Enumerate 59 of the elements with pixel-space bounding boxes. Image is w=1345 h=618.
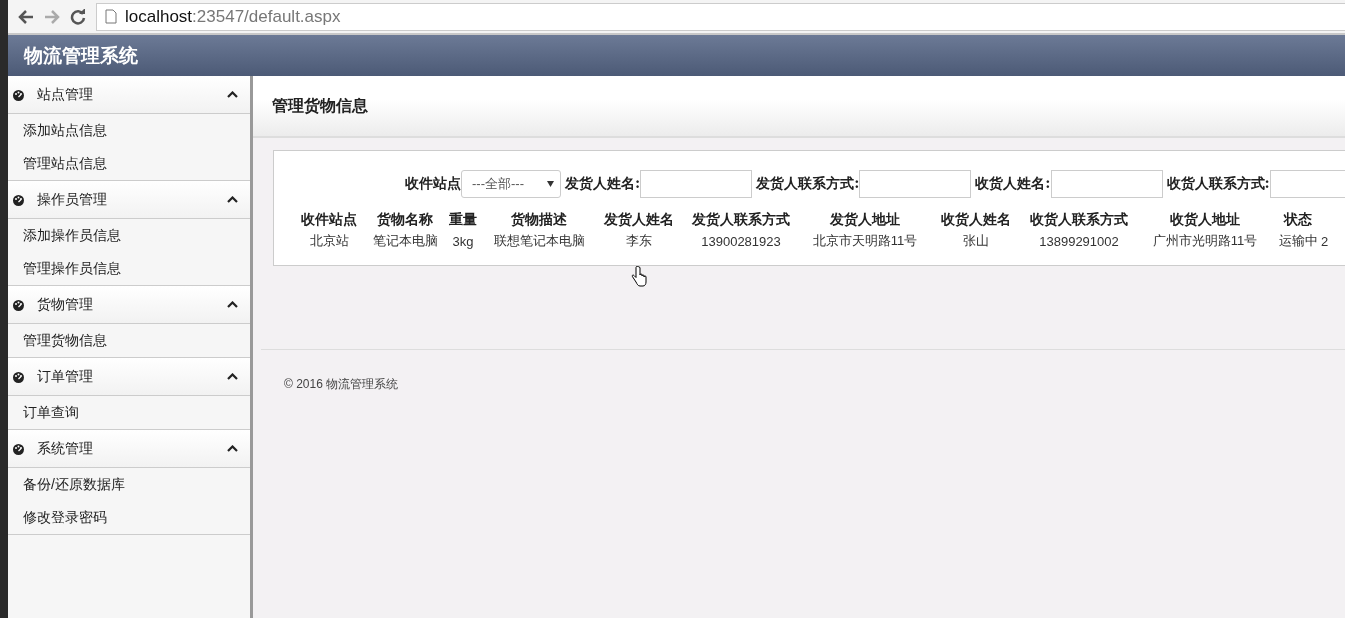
filter-label: 收件站点 bbox=[405, 175, 461, 193]
app-title: 物流管理系统 bbox=[24, 42, 138, 68]
filter-label: 收货人姓名: bbox=[975, 175, 1051, 193]
column-header: 货物描述 bbox=[510, 210, 568, 229]
menu-item[interactable]: 添加站点信息 bbox=[8, 114, 250, 147]
table-cell-text: 联想笔记本电脑 bbox=[492, 232, 586, 250]
filter-label: 收货人联系方式: bbox=[1166, 175, 1270, 193]
table-cell-text: 2 bbox=[1321, 232, 1330, 251]
address-field[interactable]: localhost:23547/default.aspx bbox=[96, 2, 1345, 31]
menu-group-header[interactable]: 系统管理 bbox=[8, 430, 250, 468]
table-cell-text: 北京站 bbox=[308, 232, 350, 250]
filter-label: 发货人姓名: bbox=[565, 175, 641, 193]
table-cell-text: 笔记本电脑 bbox=[371, 232, 439, 250]
column-header: 发货人地址 bbox=[829, 210, 901, 229]
page-icon bbox=[105, 9, 117, 24]
filter-label: 发货人联系方式: bbox=[756, 175, 860, 193]
column-header: 发货人姓名 bbox=[603, 210, 675, 229]
menu-group-header[interactable]: 货物管理 bbox=[8, 286, 250, 324]
table-cell-text: 李东 bbox=[625, 232, 653, 250]
menu-item[interactable]: 管理货物信息 bbox=[8, 324, 250, 357]
column-header: 收货人联系方式 bbox=[1029, 210, 1129, 229]
column-header: 重量 bbox=[448, 210, 478, 229]
column-header: 发货人联系方式 bbox=[691, 210, 791, 229]
column-header: 收件站点 bbox=[300, 210, 358, 229]
dashboard-icon bbox=[12, 193, 25, 206]
column-header: 货物名称 bbox=[376, 210, 434, 229]
column-header: 收货人地址 bbox=[1169, 210, 1241, 229]
menu-item[interactable]: 管理操作员信息 bbox=[8, 252, 250, 285]
table-cell: 运输中 bbox=[1275, 231, 1321, 251]
copyright-text: © 2016 物流管理系统 bbox=[284, 376, 400, 393]
menu-group-header[interactable]: 操作员管理 bbox=[8, 181, 250, 219]
input-field[interactable] bbox=[640, 170, 753, 198]
station-dropdown[interactable]: ---全部--- bbox=[461, 170, 561, 198]
reload-icon[interactable] bbox=[70, 8, 86, 25]
table-cell-text: 广州市光明路11号 bbox=[1151, 232, 1259, 250]
input-field[interactable] bbox=[1050, 170, 1163, 198]
menu-group-header[interactable]: 站点管理 bbox=[8, 76, 250, 114]
column-header: 收货人姓名 bbox=[940, 210, 1012, 229]
menu-item[interactable]: 订单查询 bbox=[8, 396, 250, 429]
table-cell-text: 张山 bbox=[962, 232, 990, 250]
dashboard-icon bbox=[12, 88, 25, 101]
dashboard-icon bbox=[12, 370, 25, 383]
menu-item[interactable]: 添加操作员信息 bbox=[8, 219, 250, 252]
menu-group-header[interactable]: 订单管理 bbox=[8, 358, 250, 396]
menu-item[interactable]: 备份/还原数据库 bbox=[8, 468, 250, 501]
dashboard-icon bbox=[12, 298, 25, 311]
dropdown-arrow-icon bbox=[547, 181, 554, 187]
table-cell-text: 13900281923 bbox=[700, 232, 782, 251]
column-header: 状态 bbox=[1282, 210, 1313, 229]
menu-item[interactable]: 管理站点信息 bbox=[8, 147, 250, 180]
back-icon[interactable] bbox=[18, 9, 34, 24]
page-title: 管理货物信息 bbox=[272, 95, 368, 117]
input-field[interactable] bbox=[859, 170, 972, 198]
menu-item[interactable]: 修改登录密码 bbox=[8, 501, 250, 534]
dashboard-icon bbox=[12, 442, 25, 455]
forward-icon[interactable] bbox=[44, 9, 60, 24]
table-cell-text: 13899291002 bbox=[1038, 232, 1120, 251]
table-cell-text: 3kg bbox=[451, 232, 475, 251]
table-cell-text: 北京市天明路11号 bbox=[811, 232, 919, 250]
